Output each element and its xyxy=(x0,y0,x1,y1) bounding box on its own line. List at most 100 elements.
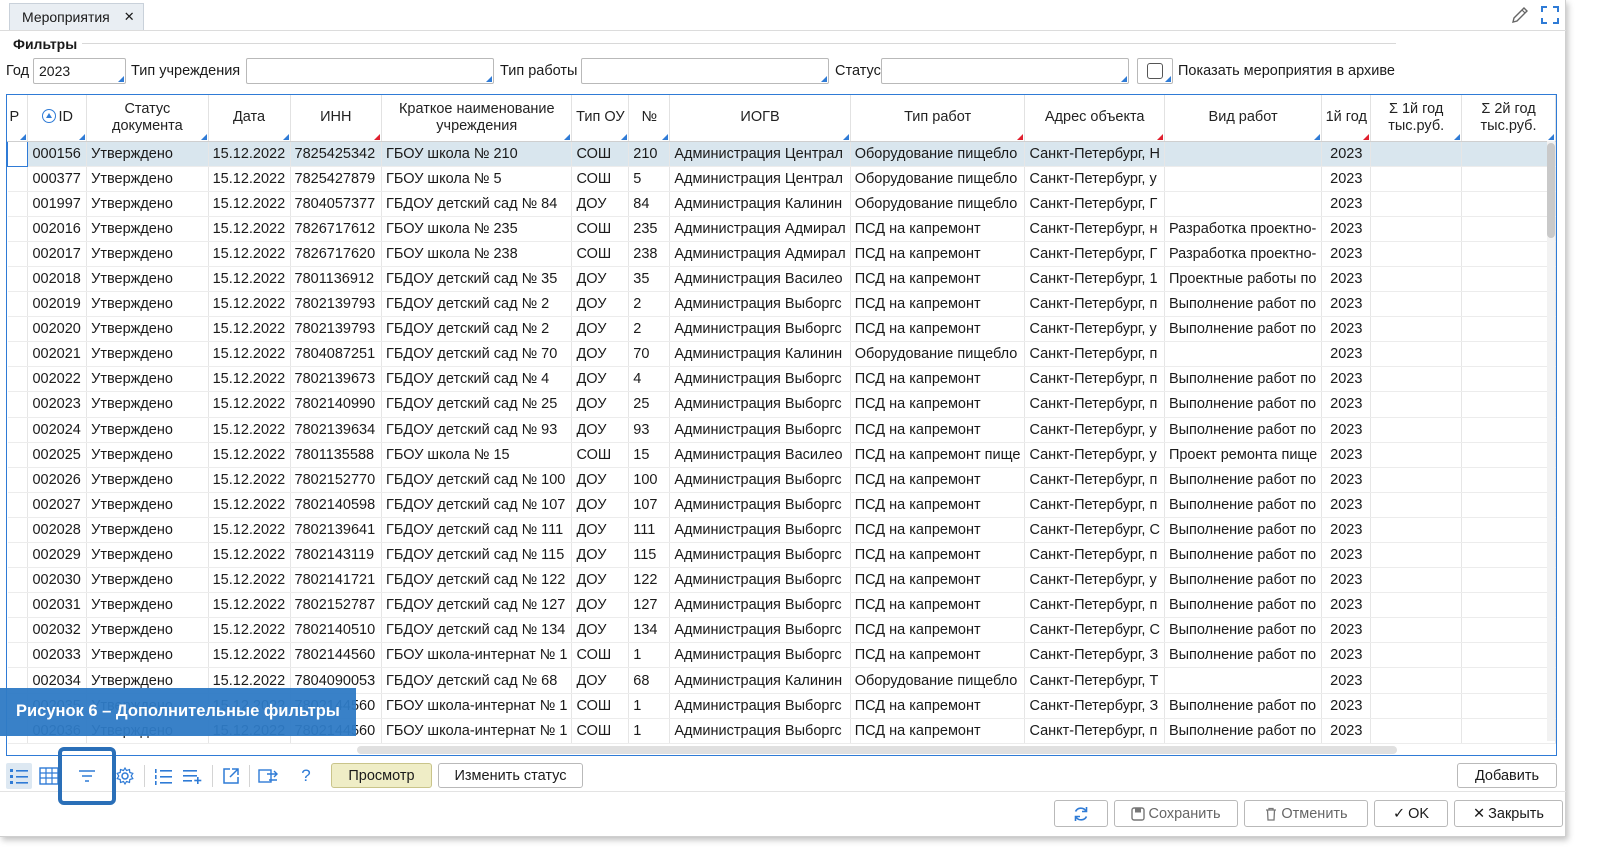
table-cell: 15.12.2022 xyxy=(208,391,291,418)
table-row[interactable]: 002032 Утверждено 15.12.2022 7802140510 ГБДО… xyxy=(7,617,1556,644)
archive-checkbox[interactable] xyxy=(1137,58,1173,84)
table-row[interactable]: 002021 Утверждено 15.12.2022 7804087251 ГБДО… xyxy=(7,341,1556,368)
table-row[interactable]: 002031 Утверждено 15.12.2022 7802152787 ГБДО… xyxy=(7,592,1556,619)
table-cell: 7826717612 xyxy=(290,216,383,242)
table-cell: 002021 xyxy=(27,341,88,368)
table-row[interactable]: 002019 Утверждено 15.12.2022 7802139793 ГБДО… xyxy=(7,291,1556,318)
table-cell xyxy=(1164,166,1323,192)
table-cell: ГБДОУ детский сад № 115 xyxy=(381,542,573,569)
year-field[interactable]: 2023 xyxy=(33,58,126,84)
table-row[interactable]: 002024 Утверждено 15.12.2022 7802139634 ГБДО… xyxy=(7,417,1556,443)
add-button[interactable]: Добавить xyxy=(1457,763,1557,788)
column-header[interactable]: Σ 1й год тыс.руб. xyxy=(1370,95,1463,142)
column-header[interactable]: ID xyxy=(27,95,88,142)
table-cell: 7802139793 xyxy=(290,316,383,343)
table-cell: Выполнение работ по xyxy=(1164,567,1323,594)
edit-icon[interactable] xyxy=(1510,5,1530,25)
list-view-icon[interactable] xyxy=(6,763,32,789)
table-cell xyxy=(7,567,29,594)
events-table: Р ID Статус документа Дата ИНН Краткое наимен… xyxy=(7,95,1556,744)
table-cell: Администрация Централ xyxy=(669,141,851,167)
table-cell: Утверждено xyxy=(86,366,209,393)
column-header[interactable]: Адрес объекта xyxy=(1024,95,1165,142)
table-cell: Утверждено xyxy=(86,316,209,343)
status-field[interactable] xyxy=(881,58,1129,84)
help-icon[interactable]: ? xyxy=(293,763,319,789)
column-header[interactable]: Краткое наименование учреждения xyxy=(381,95,573,142)
work-type-field[interactable] xyxy=(581,58,829,84)
open-external-icon[interactable] xyxy=(218,763,244,789)
column-header-label: Вид работ xyxy=(1208,109,1278,126)
table-row[interactable]: 002033 Утверждено 15.12.2022 7802144560 ГБОУ… xyxy=(7,642,1556,669)
table-cell xyxy=(7,191,29,217)
table-cell: 134 xyxy=(628,617,671,644)
table-cell: 7802140990 xyxy=(290,391,383,418)
table-cell: ГБДОУ детский сад № 84 xyxy=(381,191,573,217)
ok-button[interactable]: ✓ OK xyxy=(1374,800,1448,827)
table-cell: Санкт-Петербург, 1 xyxy=(1024,266,1165,293)
table-cell xyxy=(1370,542,1463,569)
close-tab-icon[interactable]: ✕ xyxy=(124,9,135,25)
maximize-icon[interactable] xyxy=(1540,5,1560,25)
table-cell: ПСД на капремонт xyxy=(850,417,1026,443)
table-cell: Санкт-Петербург, п xyxy=(1024,391,1165,418)
table-cell: 7802139673 xyxy=(290,366,383,393)
column-header[interactable]: Σ 2й год тыс.руб. xyxy=(1461,95,1556,142)
column-header[interactable]: Р xyxy=(7,95,29,142)
table-row[interactable]: 002027 Утверждено 15.12.2022 7802140598 ГБДО… xyxy=(7,492,1556,518)
refresh-button[interactable] xyxy=(1054,800,1108,827)
column-header[interactable]: № xyxy=(628,95,671,142)
column-header[interactable]: Тип работ xyxy=(850,95,1026,142)
table-cell: 2023 xyxy=(1321,693,1372,719)
table-row[interactable]: 002020 Утверждено 15.12.2022 7802139793 ГБДО… xyxy=(7,316,1556,343)
table-cell: Утверждено xyxy=(86,517,209,544)
table-cell: 122 xyxy=(628,567,671,594)
column-header[interactable]: ИНН xyxy=(290,95,383,142)
vertical-scrollbar[interactable] xyxy=(1547,141,1555,741)
table-cell xyxy=(1370,417,1463,443)
table-row[interactable]: 001997 Утверждено 15.12.2022 7804057377 ГБДО… xyxy=(7,191,1556,217)
close-button[interactable]: ✕ Закрыть xyxy=(1454,800,1563,827)
transfer-icon[interactable] xyxy=(255,763,281,789)
table-row[interactable]: 000377 Утверждено 15.12.2022 7825427879 ГБОУ… xyxy=(7,166,1556,192)
column-header[interactable]: Дата xyxy=(208,95,291,142)
table-cell: ГБДОУ детский сад № 93 xyxy=(381,417,573,443)
institution-type-field[interactable] xyxy=(246,58,494,84)
column-header[interactable]: Статус документа xyxy=(86,95,209,142)
table-row[interactable]: 000156 Утверждено 15.12.2022 7825425342 ГБОУ… xyxy=(7,140,1556,167)
table-row[interactable]: 002023 Утверждено 15.12.2022 7802140990 ГБДО… xyxy=(7,391,1556,418)
table-cell: Санкт-Петербург, п xyxy=(1024,366,1165,393)
table-cell xyxy=(7,417,29,443)
table-row[interactable]: 002026 Утверждено 15.12.2022 7802152770 ГБДО… xyxy=(7,467,1556,493)
view-button[interactable]: Просмотр xyxy=(331,763,432,788)
change-status-button[interactable]: Изменить статус xyxy=(438,763,583,788)
cancel-button[interactable]: Отменить xyxy=(1244,800,1368,827)
table-row[interactable]: 002030 Утверждено 15.12.2022 7802141721 ГБДО… xyxy=(7,567,1556,594)
table-cell: Выполнение работ по xyxy=(1164,592,1323,619)
column-header[interactable]: Тип ОУ xyxy=(571,95,630,142)
horizontal-scrollbar[interactable] xyxy=(357,746,1397,754)
table-cell: СОШ xyxy=(571,693,630,719)
table-row[interactable]: 002022 Утверждено 15.12.2022 7802139673 ГБДО… xyxy=(7,366,1556,393)
events-grid[interactable]: Р ID Статус документа Дата ИНН Краткое наимен… xyxy=(6,94,1557,756)
tab-events[interactable]: Мероприятия ✕ xyxy=(9,3,144,30)
table-row[interactable]: 002016 Утверждено 15.12.2022 7826717612 ГБОУ… xyxy=(7,216,1556,242)
table-row[interactable]: 002018 Утверждено 15.12.2022 7801136912 ГБДО… xyxy=(7,266,1556,293)
column-header[interactable]: 1й год xyxy=(1321,95,1372,142)
table-cell: ДОУ xyxy=(571,492,630,518)
save-button[interactable]: Сохранить xyxy=(1114,800,1238,827)
table-cell xyxy=(1370,667,1463,694)
table-cell xyxy=(1370,391,1463,418)
table-cell: 2023 xyxy=(1321,391,1372,418)
table-cell xyxy=(1461,592,1556,619)
column-header[interactable]: Вид работ xyxy=(1164,95,1323,142)
table-cell: Администрация Выборгс xyxy=(669,492,851,518)
add-row-icon[interactable] xyxy=(180,763,206,789)
table-row[interactable]: 002025 Утверждено 15.12.2022 7801135588 ГБОУ… xyxy=(7,442,1556,468)
table-row[interactable]: 002017 Утверждено 15.12.2022 7826717620 ГБОУ… xyxy=(7,241,1556,267)
table-cell: ГБДОУ детский сад № 122 xyxy=(381,567,573,594)
column-header[interactable]: ИОГВ xyxy=(669,95,851,142)
numbered-list-icon[interactable] xyxy=(150,763,176,789)
table-row[interactable]: 002028 Утверждено 15.12.2022 7802139641 ГБДО… xyxy=(7,517,1556,544)
table-row[interactable]: 002029 Утверждено 15.12.2022 7802143119 ГБДО… xyxy=(7,542,1556,569)
